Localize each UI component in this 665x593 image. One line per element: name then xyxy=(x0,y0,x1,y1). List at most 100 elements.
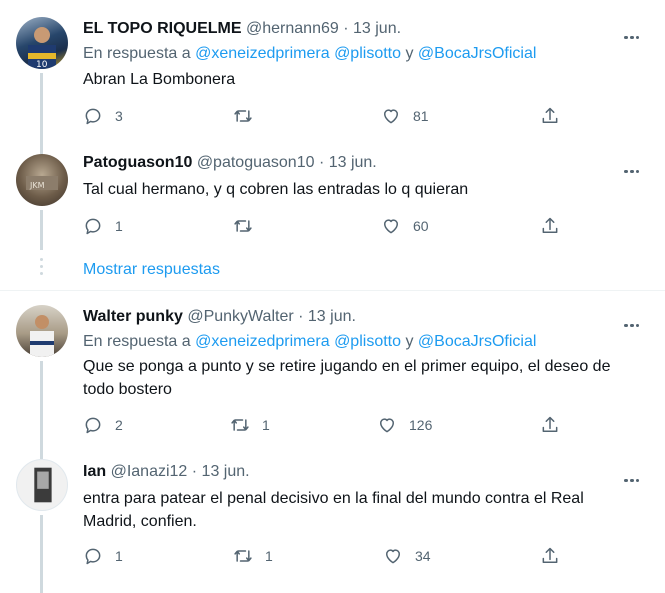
thread-line xyxy=(40,210,43,250)
share-button[interactable] xyxy=(540,544,560,568)
share-icon xyxy=(542,416,558,432)
more-options-icon[interactable] xyxy=(623,26,647,46)
like-button[interactable]: 34 xyxy=(383,544,431,568)
heart-icon xyxy=(386,549,400,564)
share-button[interactable] xyxy=(540,413,560,437)
avatar[interactable]: 10 xyxy=(16,17,68,69)
heart-icon xyxy=(384,109,398,124)
more-options-icon[interactable] xyxy=(623,469,647,489)
reply-icon xyxy=(85,548,101,565)
tweet[interactable]: Walter punky @PunkyWalter · 13 jun. En r… xyxy=(0,291,665,455)
avatar[interactable] xyxy=(16,459,68,511)
action-bar: 2 1 126 xyxy=(83,413,563,437)
reply-to-conjunction: y xyxy=(405,333,414,350)
tweet-text: Que se ponga a punto y se retire jugando… xyxy=(83,358,611,398)
mention-link[interactable]: @xeneizedprimera xyxy=(195,45,330,62)
tweet-header: EL TOPO RIQUELME @hernann69 · 13 jun. xyxy=(83,20,401,38)
tweet[interactable]: 10 EL TOPO RIQUELME @hernann69 · 13 jun.… xyxy=(0,0,665,153)
like-button[interactable]: 81 xyxy=(381,104,429,128)
timestamp[interactable]: · 13 jun. xyxy=(298,308,356,325)
reply-button[interactable]: 3 xyxy=(83,104,123,128)
retweet-icon xyxy=(234,550,252,562)
like-count: 60 xyxy=(413,218,429,234)
like-count: 34 xyxy=(415,548,431,564)
thread-line xyxy=(40,451,43,459)
timestamp[interactable]: · 13 jun. xyxy=(192,463,250,480)
reply-to-conjunction: y xyxy=(405,45,414,62)
tweet-text: Abran La Bombonera xyxy=(83,71,236,88)
share-button[interactable] xyxy=(540,214,560,238)
like-button[interactable]: 60 xyxy=(381,214,429,238)
show-replies-link[interactable]: Mostrar respuestas xyxy=(83,261,220,279)
reply-button[interactable]: 2 xyxy=(83,413,123,437)
like-count: 81 xyxy=(413,108,429,124)
avatar-image xyxy=(30,315,54,357)
reply-button[interactable]: 1 xyxy=(83,214,123,238)
more-replies-indicator xyxy=(40,258,43,279)
like-count: 126 xyxy=(409,417,433,433)
svg-text:10: 10 xyxy=(36,60,48,69)
tweet-text: Tal cual hermano, y q cobren las entrada… xyxy=(83,181,469,198)
reply-to-line: En respuesta a @xeneizedprimera @plisott… xyxy=(83,333,536,351)
avatar-image xyxy=(34,467,52,503)
reply-count: 1 xyxy=(115,218,123,234)
timestamp[interactable]: · 13 jun. xyxy=(343,20,401,37)
share-icon xyxy=(542,107,558,123)
display-name[interactable]: Walter punky xyxy=(83,308,183,325)
tweet-header: Patoguason10 @patoguason10 · 13 jun. xyxy=(83,154,377,172)
display-name[interactable]: Patoguason10 xyxy=(83,154,192,171)
reply-to-line: En respuesta a @xeneizedprimera @plisott… xyxy=(83,45,536,63)
share-icon xyxy=(542,547,558,563)
action-bar: 3 81 xyxy=(83,104,563,128)
retweet-button[interactable]: 1 xyxy=(230,413,270,437)
display-name[interactable]: EL TOPO RIQUELME xyxy=(83,20,242,37)
reply-icon xyxy=(85,108,101,125)
display-name[interactable]: Ian xyxy=(83,463,106,480)
reply-count: 2 xyxy=(115,417,123,433)
retweet-button[interactable] xyxy=(233,214,265,238)
mention-link[interactable]: @xeneizedprimera xyxy=(195,333,330,350)
retweet-count: 1 xyxy=(265,548,273,564)
thread-line xyxy=(40,361,43,455)
handle[interactable]: @Ianazi12 xyxy=(111,463,188,480)
more-options-icon[interactable] xyxy=(623,160,647,180)
reply-button[interactable]: 1 xyxy=(83,544,123,568)
heart-icon xyxy=(384,219,398,234)
reply-to-label: En respuesta a xyxy=(83,45,191,62)
retweet-count: 1 xyxy=(262,417,270,433)
reply-icon xyxy=(85,218,101,235)
avatar-image: 10 xyxy=(28,27,56,69)
avatar[interactable]: JKM xyxy=(16,154,68,206)
mention-link[interactable]: @plisotto xyxy=(334,45,401,62)
avatar[interactable] xyxy=(16,305,68,357)
timestamp[interactable]: · 13 jun. xyxy=(319,154,377,171)
share-icon xyxy=(542,217,558,233)
action-bar: 1 1 34 xyxy=(83,544,563,568)
action-bar: 1 60 xyxy=(83,214,563,238)
tweet-text: entra para patear el penal decisivo en l… xyxy=(83,490,584,530)
like-button[interactable]: 126 xyxy=(377,413,432,437)
mention-link[interactable]: @BocaJrsOficial xyxy=(418,333,537,350)
retweet-icon xyxy=(234,220,252,232)
retweet-button[interactable]: 1 xyxy=(233,544,273,568)
svg-text:JKM: JKM xyxy=(29,181,45,190)
mention-link[interactable]: @plisotto xyxy=(334,333,401,350)
mention-link[interactable]: @BocaJrsOficial xyxy=(418,45,537,62)
thread-line xyxy=(40,515,43,593)
reply-to-label: En respuesta a xyxy=(83,333,191,350)
retweet-icon xyxy=(231,419,249,431)
handle[interactable]: @patoguason10 xyxy=(197,154,315,171)
heart-icon xyxy=(380,418,394,433)
avatar-image: JKM xyxy=(26,176,58,190)
reply-count: 1 xyxy=(115,548,123,564)
more-options-icon[interactable] xyxy=(623,314,647,334)
retweet-button[interactable] xyxy=(233,104,265,128)
tweet-header: Walter punky @PunkyWalter · 13 jun. xyxy=(83,308,356,326)
reply-count: 3 xyxy=(115,108,123,124)
handle[interactable]: @PunkyWalter xyxy=(187,308,293,325)
reply-icon xyxy=(85,417,101,434)
share-button[interactable] xyxy=(540,104,560,128)
tweet[interactable]: Ian @Ianazi12 · 13 jun. entra para patea… xyxy=(0,451,665,593)
handle[interactable]: @hernann69 xyxy=(246,20,339,37)
tweet-header: Ian @Ianazi12 · 13 jun. xyxy=(83,463,250,481)
